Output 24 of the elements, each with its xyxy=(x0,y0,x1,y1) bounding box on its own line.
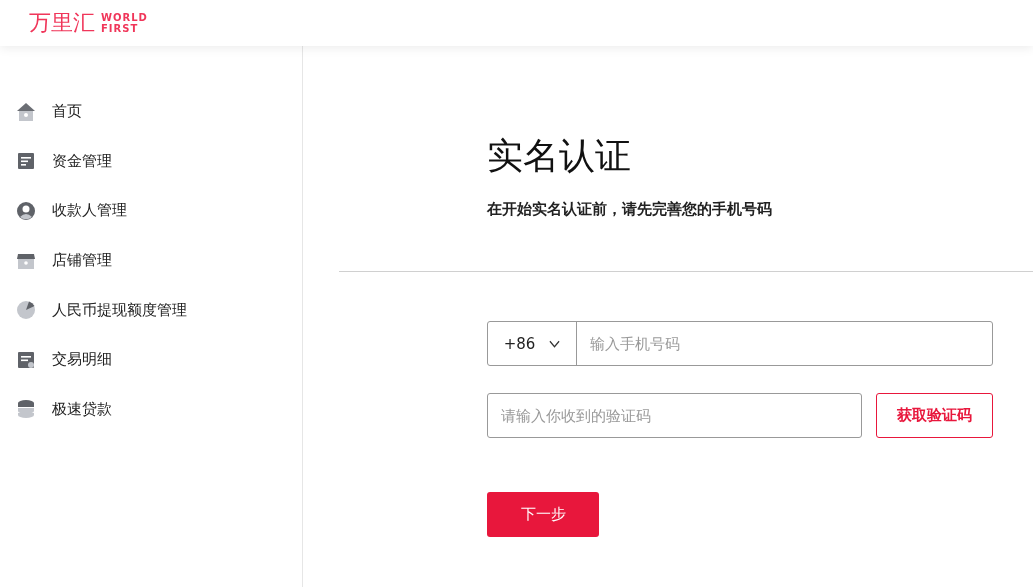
sidebar-item[interactable]: 收款人管理 xyxy=(0,186,302,236)
next-button[interactable]: 下一步 xyxy=(487,492,599,537)
page-title: 实名认证 xyxy=(487,134,632,178)
home-icon xyxy=(16,101,36,122)
pie-chart-icon xyxy=(16,300,36,321)
database-icon xyxy=(16,399,36,420)
sidebar-item[interactable]: 极速贷款 xyxy=(0,384,302,435)
sidebar-item[interactable]: 资金管理 xyxy=(0,136,302,187)
sidebar-item[interactable]: 交易明细 xyxy=(0,334,302,385)
logo-text: WORLD xyxy=(101,12,148,23)
sidebar-item[interactable]: 店铺管理 xyxy=(0,235,302,286)
logo-text: 万里汇 xyxy=(29,11,95,35)
phone-field[interactable]: +86 输入手机号码 xyxy=(487,321,993,366)
subtitle: 在开始实名认证前，请先完善您的手机号码 xyxy=(487,200,773,219)
sidebar-item[interactable]: 人民币提现额度管理 xyxy=(0,285,302,335)
user-icon xyxy=(16,201,36,221)
sidebar-item[interactable]: 首页 xyxy=(0,87,302,137)
caret-icon xyxy=(549,339,561,348)
document-icon xyxy=(16,349,36,370)
get-code-button[interactable]: 获取验证码 xyxy=(876,393,993,438)
logo-text: FIRST xyxy=(101,23,140,34)
document-icon xyxy=(16,151,36,172)
code-field[interactable]: 请输入你收到的验证码 xyxy=(487,393,862,438)
country-code-dropdown[interactable]: +86 xyxy=(488,322,577,365)
